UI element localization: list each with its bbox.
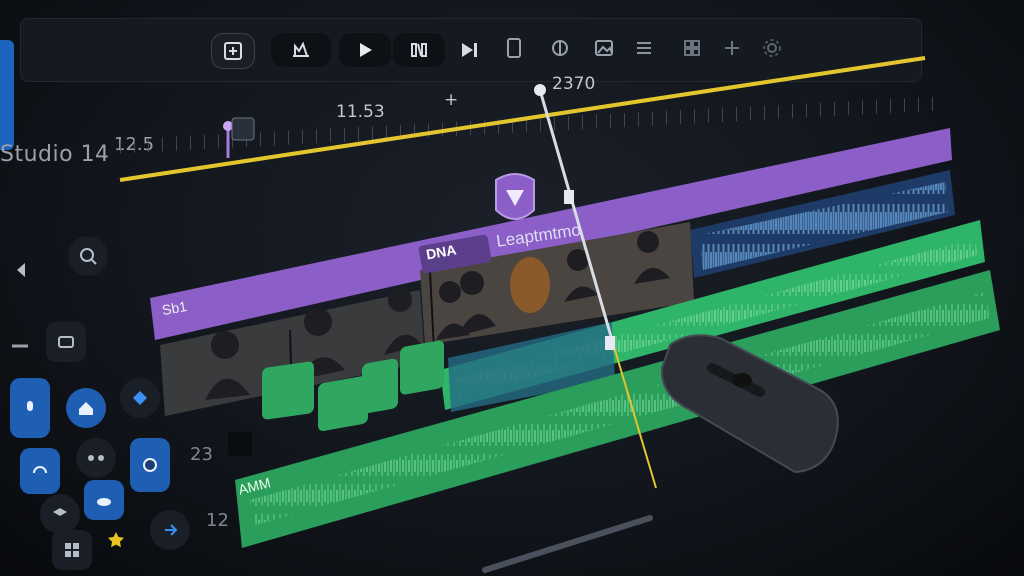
trim-icon bbox=[293, 41, 309, 57]
split-icon bbox=[411, 43, 427, 57]
card-button[interactable] bbox=[46, 322, 86, 362]
search-button[interactable] bbox=[68, 236, 108, 276]
add-marker-label[interactable]: + bbox=[444, 90, 458, 110]
microphone-icon bbox=[27, 401, 33, 411]
play-button[interactable] bbox=[339, 33, 391, 67]
grid-button[interactable] bbox=[52, 530, 92, 570]
share-icon bbox=[165, 524, 178, 536]
track-lock-toggle[interactable] bbox=[228, 432, 252, 456]
link-button[interactable] bbox=[0, 326, 40, 366]
star-icon bbox=[108, 532, 124, 548]
grid-icon[interactable] bbox=[681, 37, 705, 61]
nodes-button[interactable] bbox=[76, 438, 116, 478]
diamond-icon bbox=[133, 391, 147, 405]
app-name: Studio 14 bbox=[0, 142, 110, 167]
highlight-button[interactable] bbox=[96, 520, 136, 560]
layers-icon bbox=[53, 508, 67, 516]
share-button[interactable] bbox=[150, 510, 190, 550]
chevron-left-icon bbox=[17, 263, 25, 277]
cloud-icon bbox=[97, 498, 111, 506]
settings-icon[interactable] bbox=[761, 37, 785, 61]
split-button[interactable] bbox=[393, 33, 445, 67]
pin-button[interactable] bbox=[120, 378, 160, 418]
effects-button[interactable] bbox=[130, 438, 170, 492]
record-button[interactable] bbox=[10, 378, 50, 438]
plus-square-icon bbox=[224, 42, 242, 60]
effects-icon bbox=[143, 458, 157, 472]
loop-button[interactable] bbox=[20, 448, 60, 494]
search-icon bbox=[80, 248, 97, 265]
toolbar bbox=[20, 18, 922, 82]
plus-icon[interactable] bbox=[721, 37, 745, 61]
next-frame-button[interactable] bbox=[451, 33, 487, 67]
track-number: 12 bbox=[206, 510, 229, 531]
frame-edge-light bbox=[0, 40, 14, 150]
left-control-panel bbox=[0, 180, 200, 576]
back-button[interactable] bbox=[2, 250, 42, 290]
ring-icon[interactable] bbox=[549, 37, 573, 61]
home-button[interactable] bbox=[66, 388, 106, 428]
marker-pin[interactable] bbox=[495, 173, 535, 220]
trim-button[interactable] bbox=[271, 33, 331, 67]
skip-forward-icon bbox=[462, 43, 477, 57]
loop-icon bbox=[33, 466, 47, 474]
timecode-end: 2370 bbox=[552, 74, 596, 94]
nodes-icon bbox=[88, 455, 104, 461]
sliders-icon[interactable] bbox=[633, 37, 657, 61]
grid-icon bbox=[65, 543, 79, 557]
add-clip-button[interactable] bbox=[211, 33, 255, 69]
image-icon[interactable] bbox=[593, 37, 617, 61]
home-icon bbox=[79, 402, 93, 415]
phone-icon[interactable] bbox=[503, 37, 527, 61]
cloud-button[interactable] bbox=[84, 480, 124, 520]
play-icon bbox=[360, 43, 372, 57]
card-icon bbox=[58, 336, 74, 348]
layers-button[interactable] bbox=[40, 494, 80, 534]
timecode-mid: 11.53 bbox=[336, 102, 385, 122]
link-icon bbox=[12, 344, 28, 348]
